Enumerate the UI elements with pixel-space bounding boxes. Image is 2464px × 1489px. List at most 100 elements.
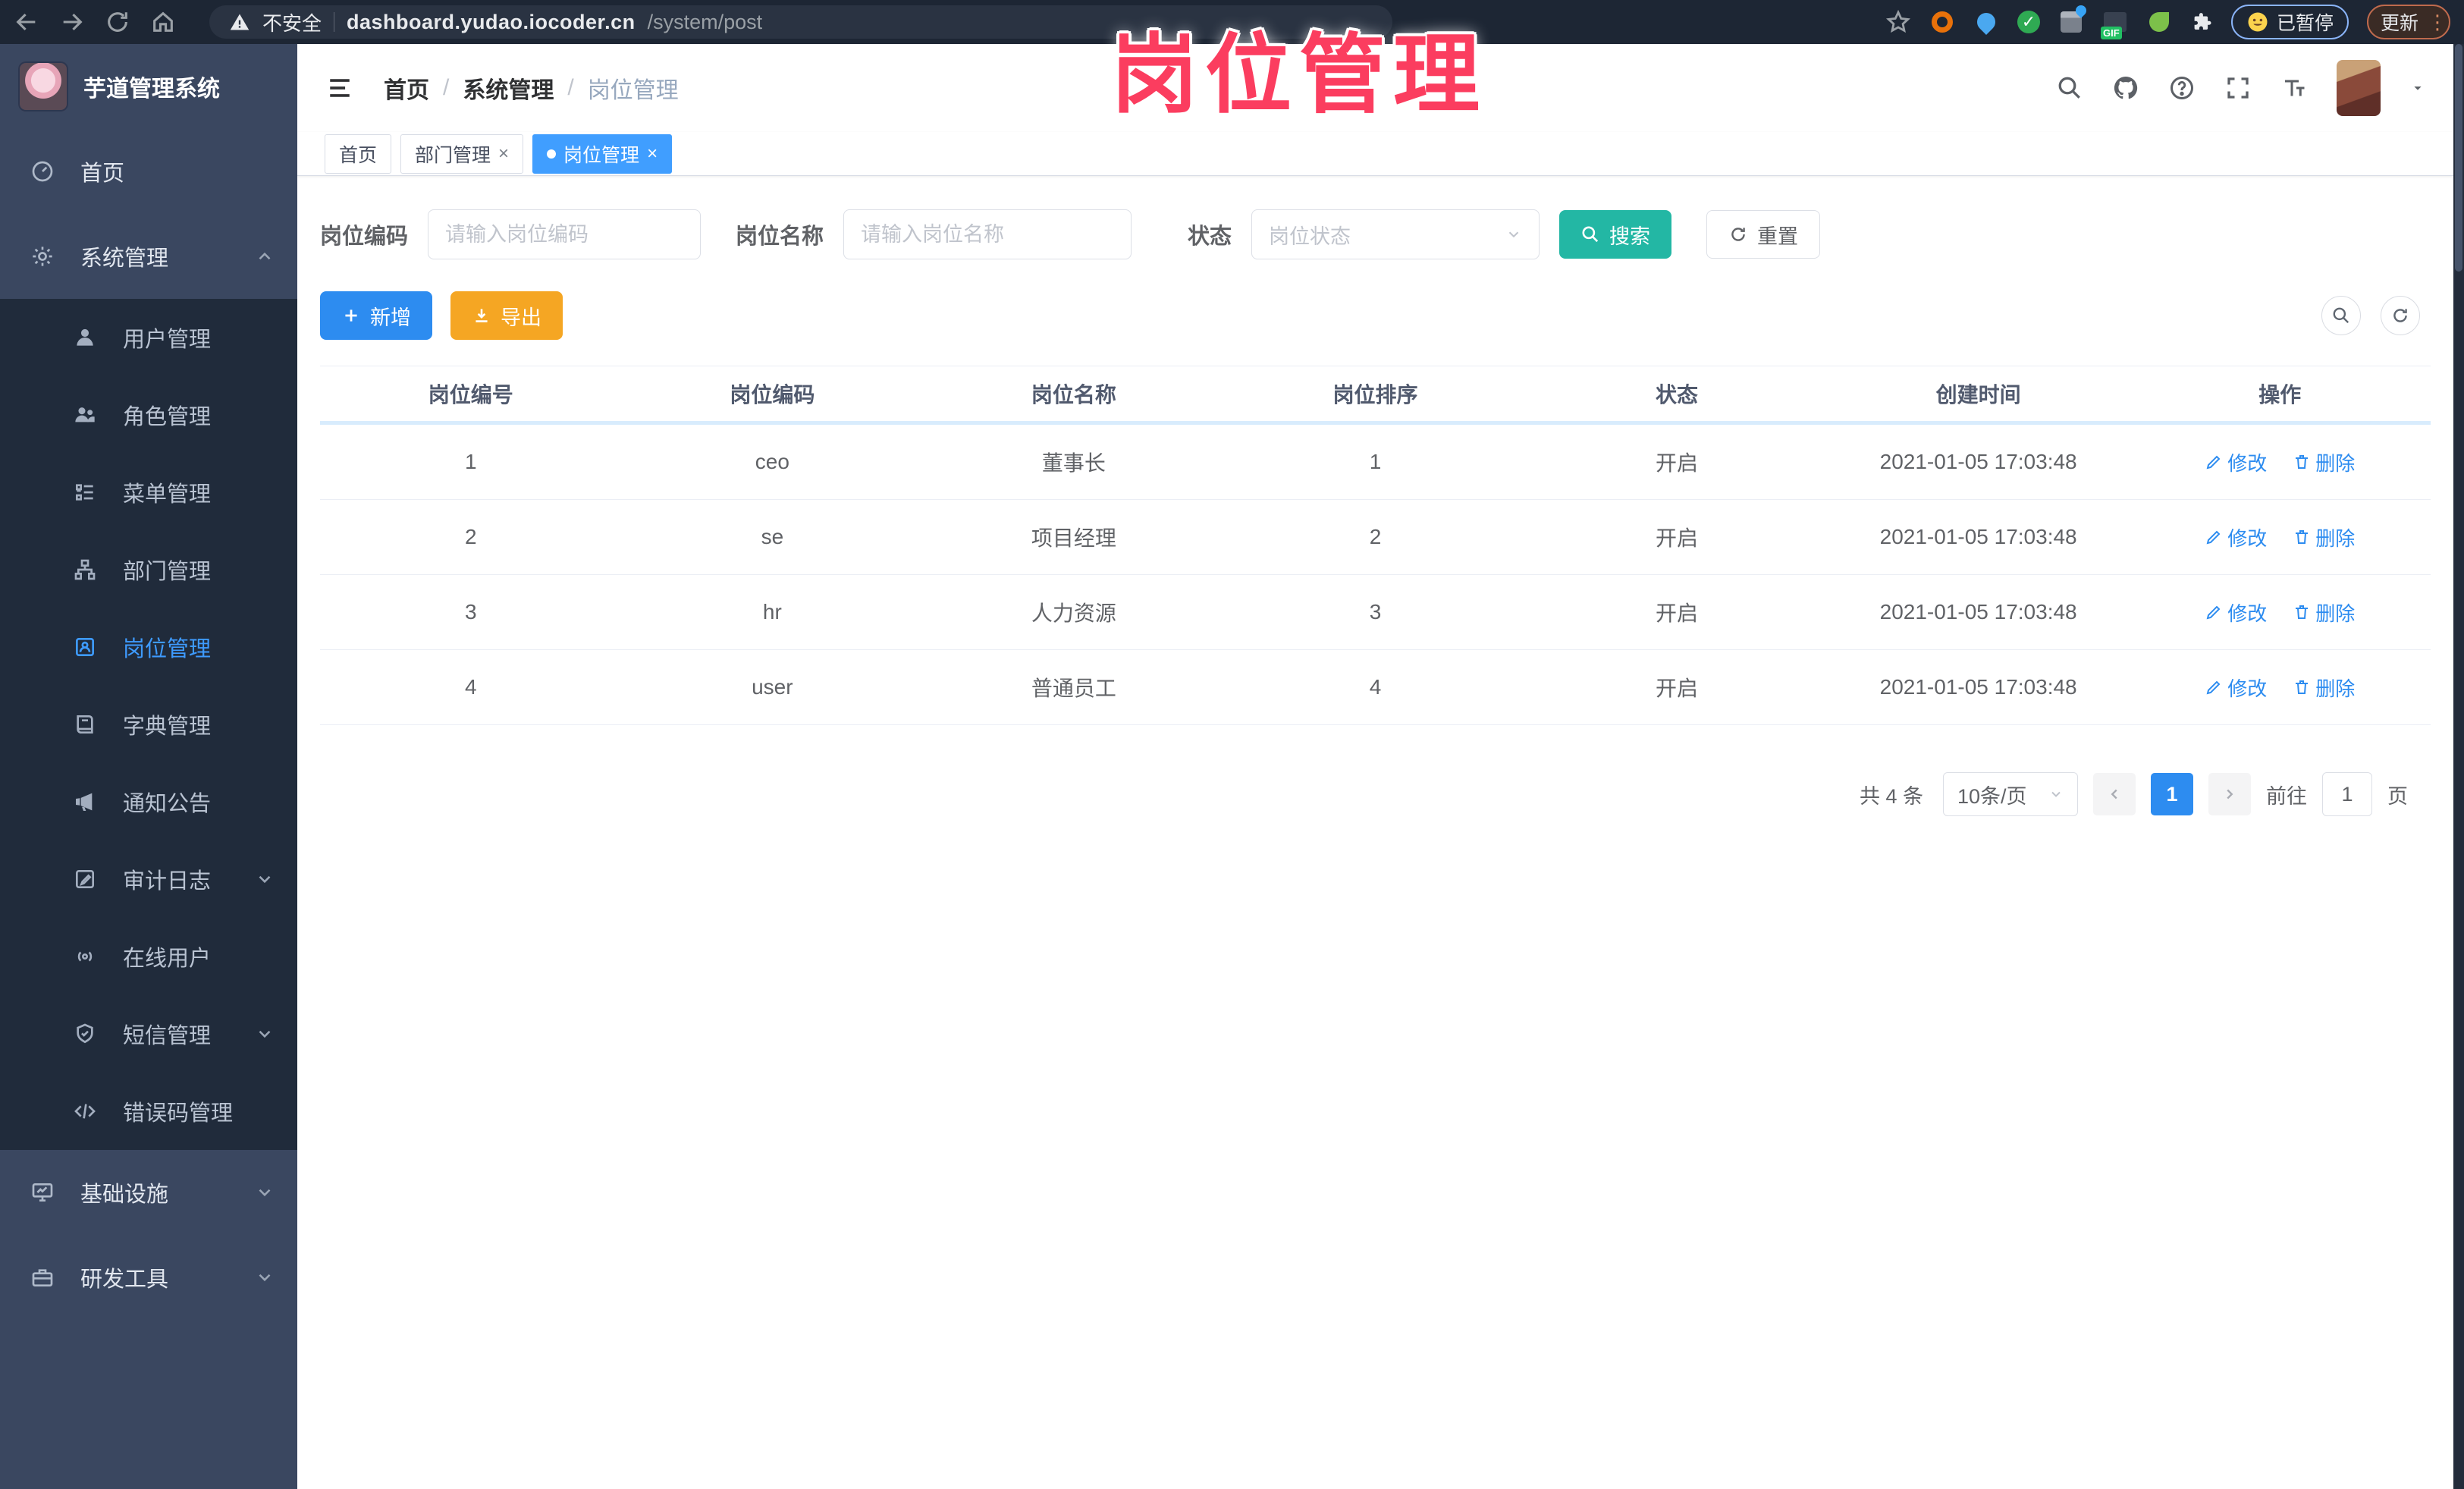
tab-close-icon[interactable]: × — [647, 143, 658, 165]
download-icon — [476, 309, 488, 322]
extension-icon[interactable] — [1929, 9, 1955, 35]
trash-icon — [2296, 530, 2309, 544]
sidebar-item-sms[interactable]: 短信管理 — [0, 995, 297, 1073]
extension-icon[interactable]: ✓ — [2017, 11, 2040, 33]
sidebar-item-departments[interactable]: 部门管理 — [0, 531, 297, 608]
browser-forward-icon[interactable] — [59, 9, 85, 35]
current-page-button[interactable]: 1 — [2151, 773, 2193, 815]
cell-post-status: 开启 — [1656, 602, 1699, 625]
profile-paused-chip[interactable]: 已暂停 — [2230, 5, 2349, 39]
edit-link[interactable]: 修改 — [2205, 598, 2267, 627]
edit-label: 修改 — [2227, 602, 2268, 625]
goto-page-input[interactable] — [2322, 772, 2372, 816]
sidebar-item-audit-log[interactable]: 审计日志 — [0, 840, 297, 918]
cell-created-time: 2021-01-05 17:03:48 — [1879, 450, 2077, 473]
tab-departments[interactable]: 部门管理 × — [400, 134, 524, 174]
sidebar-item-label: 首页 — [80, 162, 125, 186]
breadcrumb-home[interactable]: 首页 — [384, 71, 429, 105]
delete-link[interactable]: 删除 — [2293, 448, 2355, 476]
status-select[interactable]: 岗位状态 — [1251, 209, 1540, 259]
infrastructure-icon — [32, 1183, 53, 1202]
user-avatar[interactable] — [2337, 60, 2381, 116]
extensions-puzzle-icon[interactable] — [2190, 11, 2213, 33]
sidebar-item-home[interactable]: 首页 — [0, 129, 297, 214]
sidebar-item-dictionary[interactable]: 字典管理 — [0, 686, 297, 763]
sidebar-item-label: 审计日志 — [123, 869, 212, 894]
header-search-icon[interactable] — [2056, 74, 2083, 102]
refresh-table-button[interactable] — [2381, 296, 2420, 335]
sidebar-item-users[interactable]: 用户管理 — [0, 299, 297, 376]
breadcrumb-system[interactable]: 系统管理 — [463, 71, 554, 105]
sidebar-item-menus[interactable]: 菜单管理 — [0, 454, 297, 531]
cell-post-name: 董事长 — [1041, 451, 1106, 475]
sidebar-item-label: 用户管理 — [123, 328, 212, 352]
extension-icon[interactable] — [2100, 9, 2128, 39]
column-header: 岗位名称 — [1031, 383, 1116, 407]
browser-menu-kebab-icon[interactable]: ⋮ — [2428, 12, 2447, 32]
export-button[interactable]: 导出 — [450, 291, 563, 340]
page-size-select[interactable]: 10条/页 — [1943, 772, 2078, 816]
avatar-caret-down-icon[interactable] — [2409, 80, 2426, 96]
next-page-button[interactable] — [2208, 773, 2251, 815]
sidebar-item-roles[interactable]: 角色管理 — [0, 376, 297, 454]
post-code-input[interactable] — [428, 209, 702, 259]
search-button[interactable]: 搜索 — [1559, 210, 1672, 259]
browser-back-icon[interactable] — [14, 9, 39, 35]
add-button[interactable]: 新增 — [320, 291, 432, 340]
sidebar-toggle-hamburger-icon[interactable] — [325, 75, 355, 101]
sidebar-item-dev-tools[interactable]: 研发工具 — [0, 1235, 297, 1320]
sidebar-item-label: 岗位管理 — [123, 637, 212, 661]
sidebar-item-label: 系统管理 — [80, 247, 169, 271]
cell-post-status: 开启 — [1656, 451, 1699, 475]
github-icon[interactable] — [2112, 74, 2139, 102]
extension-icon[interactable] — [2146, 9, 2172, 35]
sidebar-item-system[interactable]: 系统管理 — [0, 214, 297, 299]
scrollbar-thumb[interactable] — [2455, 44, 2462, 272]
delete-link[interactable]: 删除 — [2293, 674, 2355, 702]
trash-icon — [2296, 605, 2309, 619]
sidebar-item-infrastructure[interactable]: 基础设施 — [0, 1150, 297, 1235]
announcement-icon — [76, 793, 93, 811]
sidebar-item-error-codes[interactable]: 错误码管理 — [0, 1073, 297, 1150]
status-select-placeholder: 岗位状态 — [1269, 225, 1351, 248]
table-row: 1 ceo 董事长 1 开启 2021-01-05 17:03:48 修改 删除 — [320, 425, 2431, 500]
filter-form: 岗位编码 岗位名称 状态 岗位状态 搜索 重置 — [320, 209, 2431, 259]
delete-link[interactable]: 删除 — [2293, 523, 2355, 551]
fullscreen-icon[interactable] — [2224, 74, 2252, 102]
chevron-down-icon — [1508, 231, 1519, 238]
extension-icon[interactable] — [1973, 9, 1999, 35]
tab-posts[interactable]: 岗位管理 × — [532, 134, 673, 174]
toggle-search-button[interactable] — [2321, 296, 2361, 335]
gear-icon — [33, 247, 52, 266]
status-label: 状态 — [1188, 225, 1232, 249]
browser-reload-icon[interactable] — [105, 9, 130, 35]
sidebar-item-label: 菜单管理 — [123, 482, 212, 507]
browser-update-button[interactable]: 更新 ⋮ — [2366, 5, 2450, 39]
cell-post-status: 开启 — [1656, 677, 1699, 700]
extension-icon[interactable] — [2058, 9, 2084, 35]
delete-link[interactable]: 删除 — [2293, 598, 2355, 627]
app-logo-row[interactable]: 芋道管理系统 — [0, 44, 297, 129]
edit-link[interactable]: 修改 — [2205, 523, 2267, 551]
sidebar-item-online-users[interactable]: 在线用户 — [0, 918, 297, 995]
post-name-input[interactable] — [843, 209, 1132, 259]
edit-link[interactable]: 修改 — [2205, 674, 2267, 702]
chevron-down-icon — [259, 1030, 271, 1038]
sidebar-item-posts[interactable]: 岗位管理 — [0, 608, 297, 686]
tab-close-icon[interactable]: × — [498, 143, 509, 165]
font-size-icon[interactable] — [2280, 74, 2308, 102]
cell-post-id: 4 — [464, 675, 477, 699]
help-question-icon[interactable] — [2168, 74, 2196, 102]
tab-home[interactable]: 首页 — [325, 134, 392, 174]
sidebar-item-announcements[interactable]: 通知公告 — [0, 763, 297, 840]
edit-pencil-icon — [2206, 530, 2221, 545]
edit-link[interactable]: 修改 — [2205, 448, 2267, 476]
reset-button[interactable]: 重置 — [1706, 210, 1821, 259]
chevron-down-icon — [259, 1189, 271, 1197]
prev-page-button[interactable] — [2093, 773, 2136, 815]
bookmark-star-icon[interactable] — [1885, 9, 1911, 35]
cell-post-id: 3 — [464, 600, 477, 624]
browser-home-icon[interactable] — [150, 9, 176, 35]
table-row: 3 hr 人力资源 3 开启 2021-01-05 17:03:48 修改 删除 — [320, 575, 2431, 650]
browser-scrollbar[interactable] — [2453, 44, 2464, 1489]
